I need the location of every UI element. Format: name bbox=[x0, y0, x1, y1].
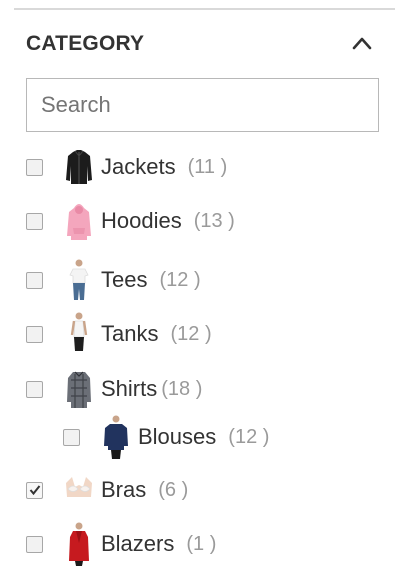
checkmark-icon bbox=[29, 484, 41, 495]
category-label: Hoodies bbox=[101, 208, 182, 233]
tank-icon bbox=[63, 311, 95, 357]
shirt-icon bbox=[63, 366, 95, 412]
category-label: Blazers bbox=[101, 531, 175, 556]
search-input[interactable] bbox=[26, 78, 379, 132]
category-count: (12 ) bbox=[159, 268, 201, 291]
category-item-hoodies[interactable]: Hoodies (13 ) bbox=[26, 198, 235, 244]
checkbox[interactable] bbox=[26, 158, 43, 176]
category-count: (1 ) bbox=[186, 532, 217, 555]
category-item-blazers[interactable]: Blazers (1 ) bbox=[26, 521, 216, 567]
chevron-up-icon[interactable] bbox=[351, 34, 373, 52]
category-label: Bras bbox=[101, 477, 147, 502]
hoodie-icon bbox=[63, 198, 95, 244]
category-label: Jackets bbox=[101, 154, 176, 179]
checkbox[interactable] bbox=[26, 535, 43, 553]
category-label: Tanks bbox=[101, 321, 159, 346]
category-label: Tees bbox=[101, 267, 148, 292]
filter-title: CATEGORY bbox=[26, 32, 145, 55]
category-count: (18 ) bbox=[161, 377, 203, 400]
category-item-jackets[interactable]: Jackets (11 ) bbox=[26, 144, 227, 190]
checkbox[interactable] bbox=[63, 428, 80, 446]
tee-icon bbox=[63, 257, 95, 303]
category-count: (13 ) bbox=[193, 209, 235, 232]
category-count: (12 ) bbox=[228, 425, 270, 448]
category-count: (6 ) bbox=[158, 478, 189, 501]
category-item-bras[interactable]: Bras (6 ) bbox=[26, 467, 188, 513]
checkbox-checked[interactable] bbox=[26, 481, 43, 499]
category-item-tees[interactable]: Tees (12 ) bbox=[26, 257, 201, 303]
top-divider bbox=[14, 8, 395, 10]
bra-icon bbox=[63, 467, 95, 513]
checkbox[interactable] bbox=[26, 212, 43, 230]
blouse-icon bbox=[100, 414, 132, 460]
filter-header[interactable]: CATEGORY bbox=[26, 30, 381, 60]
checkbox[interactable] bbox=[26, 325, 43, 343]
category-count: (11 ) bbox=[187, 155, 228, 178]
checkbox[interactable] bbox=[26, 380, 43, 398]
category-count: (12 ) bbox=[170, 322, 212, 345]
checkbox[interactable] bbox=[26, 271, 43, 289]
category-item-tanks[interactable]: Tanks (12 ) bbox=[26, 311, 212, 357]
category-item-shirts[interactable]: Shirts (18 ) bbox=[26, 366, 202, 412]
blazer-icon bbox=[63, 521, 95, 567]
category-item-blouses[interactable]: Blouses (12 ) bbox=[63, 414, 269, 460]
jacket-icon bbox=[63, 144, 95, 190]
category-label: Shirts bbox=[101, 376, 158, 401]
category-label: Blouses bbox=[138, 424, 217, 449]
